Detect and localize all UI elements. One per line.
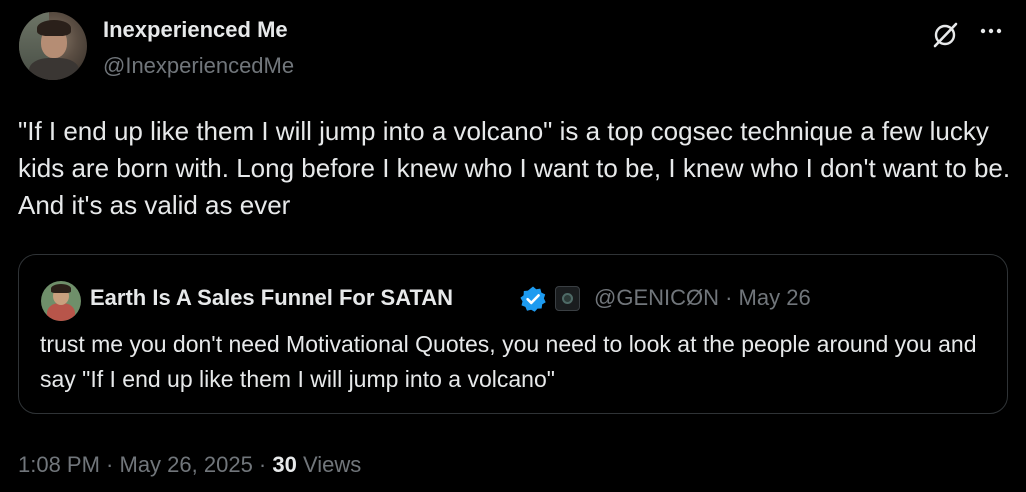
quoted-avatar-hair [51, 284, 71, 293]
views-count: 30 [272, 452, 297, 477]
tweet-time[interactable]: 1:08 PM [18, 452, 100, 477]
author-avatar[interactable] [19, 12, 87, 80]
affiliate-badge-icon[interactable] [555, 286, 580, 311]
author-display-name[interactable]: Inexperienced Me [103, 17, 288, 43]
quoted-author-display-name[interactable]: Earth Is A Sales Funnel For SATAN [90, 285, 453, 311]
avatar-shirt [29, 58, 79, 80]
separator-dot: · [99, 452, 120, 477]
affiliate-badge-dot [562, 293, 573, 304]
quoted-author-avatar[interactable] [41, 281, 81, 321]
tweet-timestamp-views: 1:08 PM · May 26, 2025 · 30 Views [18, 452, 361, 478]
verified-icon[interactable] [519, 285, 547, 313]
separator-dot: · [252, 452, 273, 477]
grok-icon[interactable] [930, 20, 960, 50]
author-handle[interactable]: @InexperiencedMe [103, 53, 294, 79]
quoted-avatar-dress [47, 303, 75, 321]
views-label: Views [296, 452, 362, 477]
tweet-text: "If I end up like them I will jump into … [18, 116, 1011, 220]
tweet-detail: Inexperienced Me @InexperiencedMe "If I … [0, 0, 1026, 492]
quoted-handle-date: @GENICØN · May 26 [594, 285, 811, 310]
more-icon[interactable] [976, 18, 1006, 48]
tweet-date[interactable]: May 26, 2025 [120, 452, 253, 477]
avatar-hair [37, 20, 71, 36]
quoted-tweet-card[interactable]: Earth Is A Sales Funnel For SATAN @GENIC… [18, 254, 1008, 414]
quoted-tweet-text: trust me you don't need Motivational Quo… [40, 331, 977, 392]
